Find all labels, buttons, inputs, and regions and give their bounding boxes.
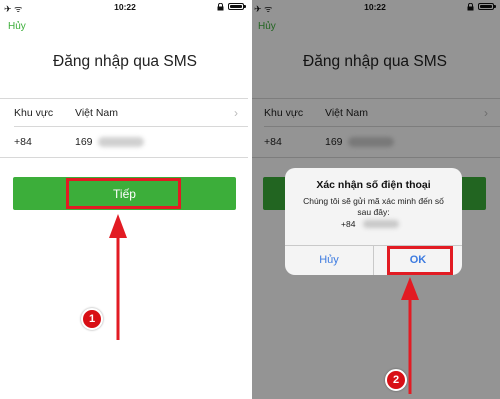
region-select[interactable]: Việt Nam [75, 107, 118, 119]
country-code[interactable]: +84 [14, 136, 32, 148]
dialog-phone-redacted [363, 220, 399, 228]
login-sms-confirm-screen: ✈ ᯤ 10:22 Hủy Đăng nhập qua SMS Khu vực … [250, 0, 500, 399]
next-button[interactable]: Tiếp [13, 177, 236, 210]
lock-icon [217, 2, 224, 11]
dialog-message: Chúng tôi sẽ gửi mã xác minh đến số sau … [303, 196, 444, 217]
step-badge: 2 [385, 369, 407, 391]
step-badge: 1 [81, 308, 103, 330]
battery-icon [228, 3, 246, 11]
phone-input[interactable]: 169 [75, 136, 93, 148]
dialog-phone-code: +84 [341, 219, 356, 229]
status-bar: ✈ ᯤ 10:22 [0, 0, 250, 14]
page-title: Đăng nhập qua SMS [53, 53, 197, 70]
dialog-title: Xác nhận số điện thoại [316, 179, 431, 191]
divider [0, 157, 250, 158]
dialog-cancel-button[interactable]: Hủy [285, 246, 373, 275]
dialog-ok-button[interactable]: OK [374, 246, 462, 275]
divider [0, 98, 250, 99]
divider [14, 126, 250, 127]
phone-redacted [98, 137, 144, 147]
region-label: Khu vực [14, 107, 54, 119]
arrow-up-icon [109, 214, 127, 340]
confirm-phone-dialog: Xác nhận số điện thoại Chúng tôi sẽ gửi … [285, 168, 462, 275]
cancel-link[interactable]: Hủy [8, 21, 26, 32]
screen-divider [248, 0, 252, 399]
login-sms-screen: ✈ ᯤ 10:22 Hủy Đăng nhập qua SMS Khu vực … [0, 0, 250, 399]
chevron-right-icon: › [234, 106, 238, 120]
status-time: 10:22 [114, 2, 136, 12]
